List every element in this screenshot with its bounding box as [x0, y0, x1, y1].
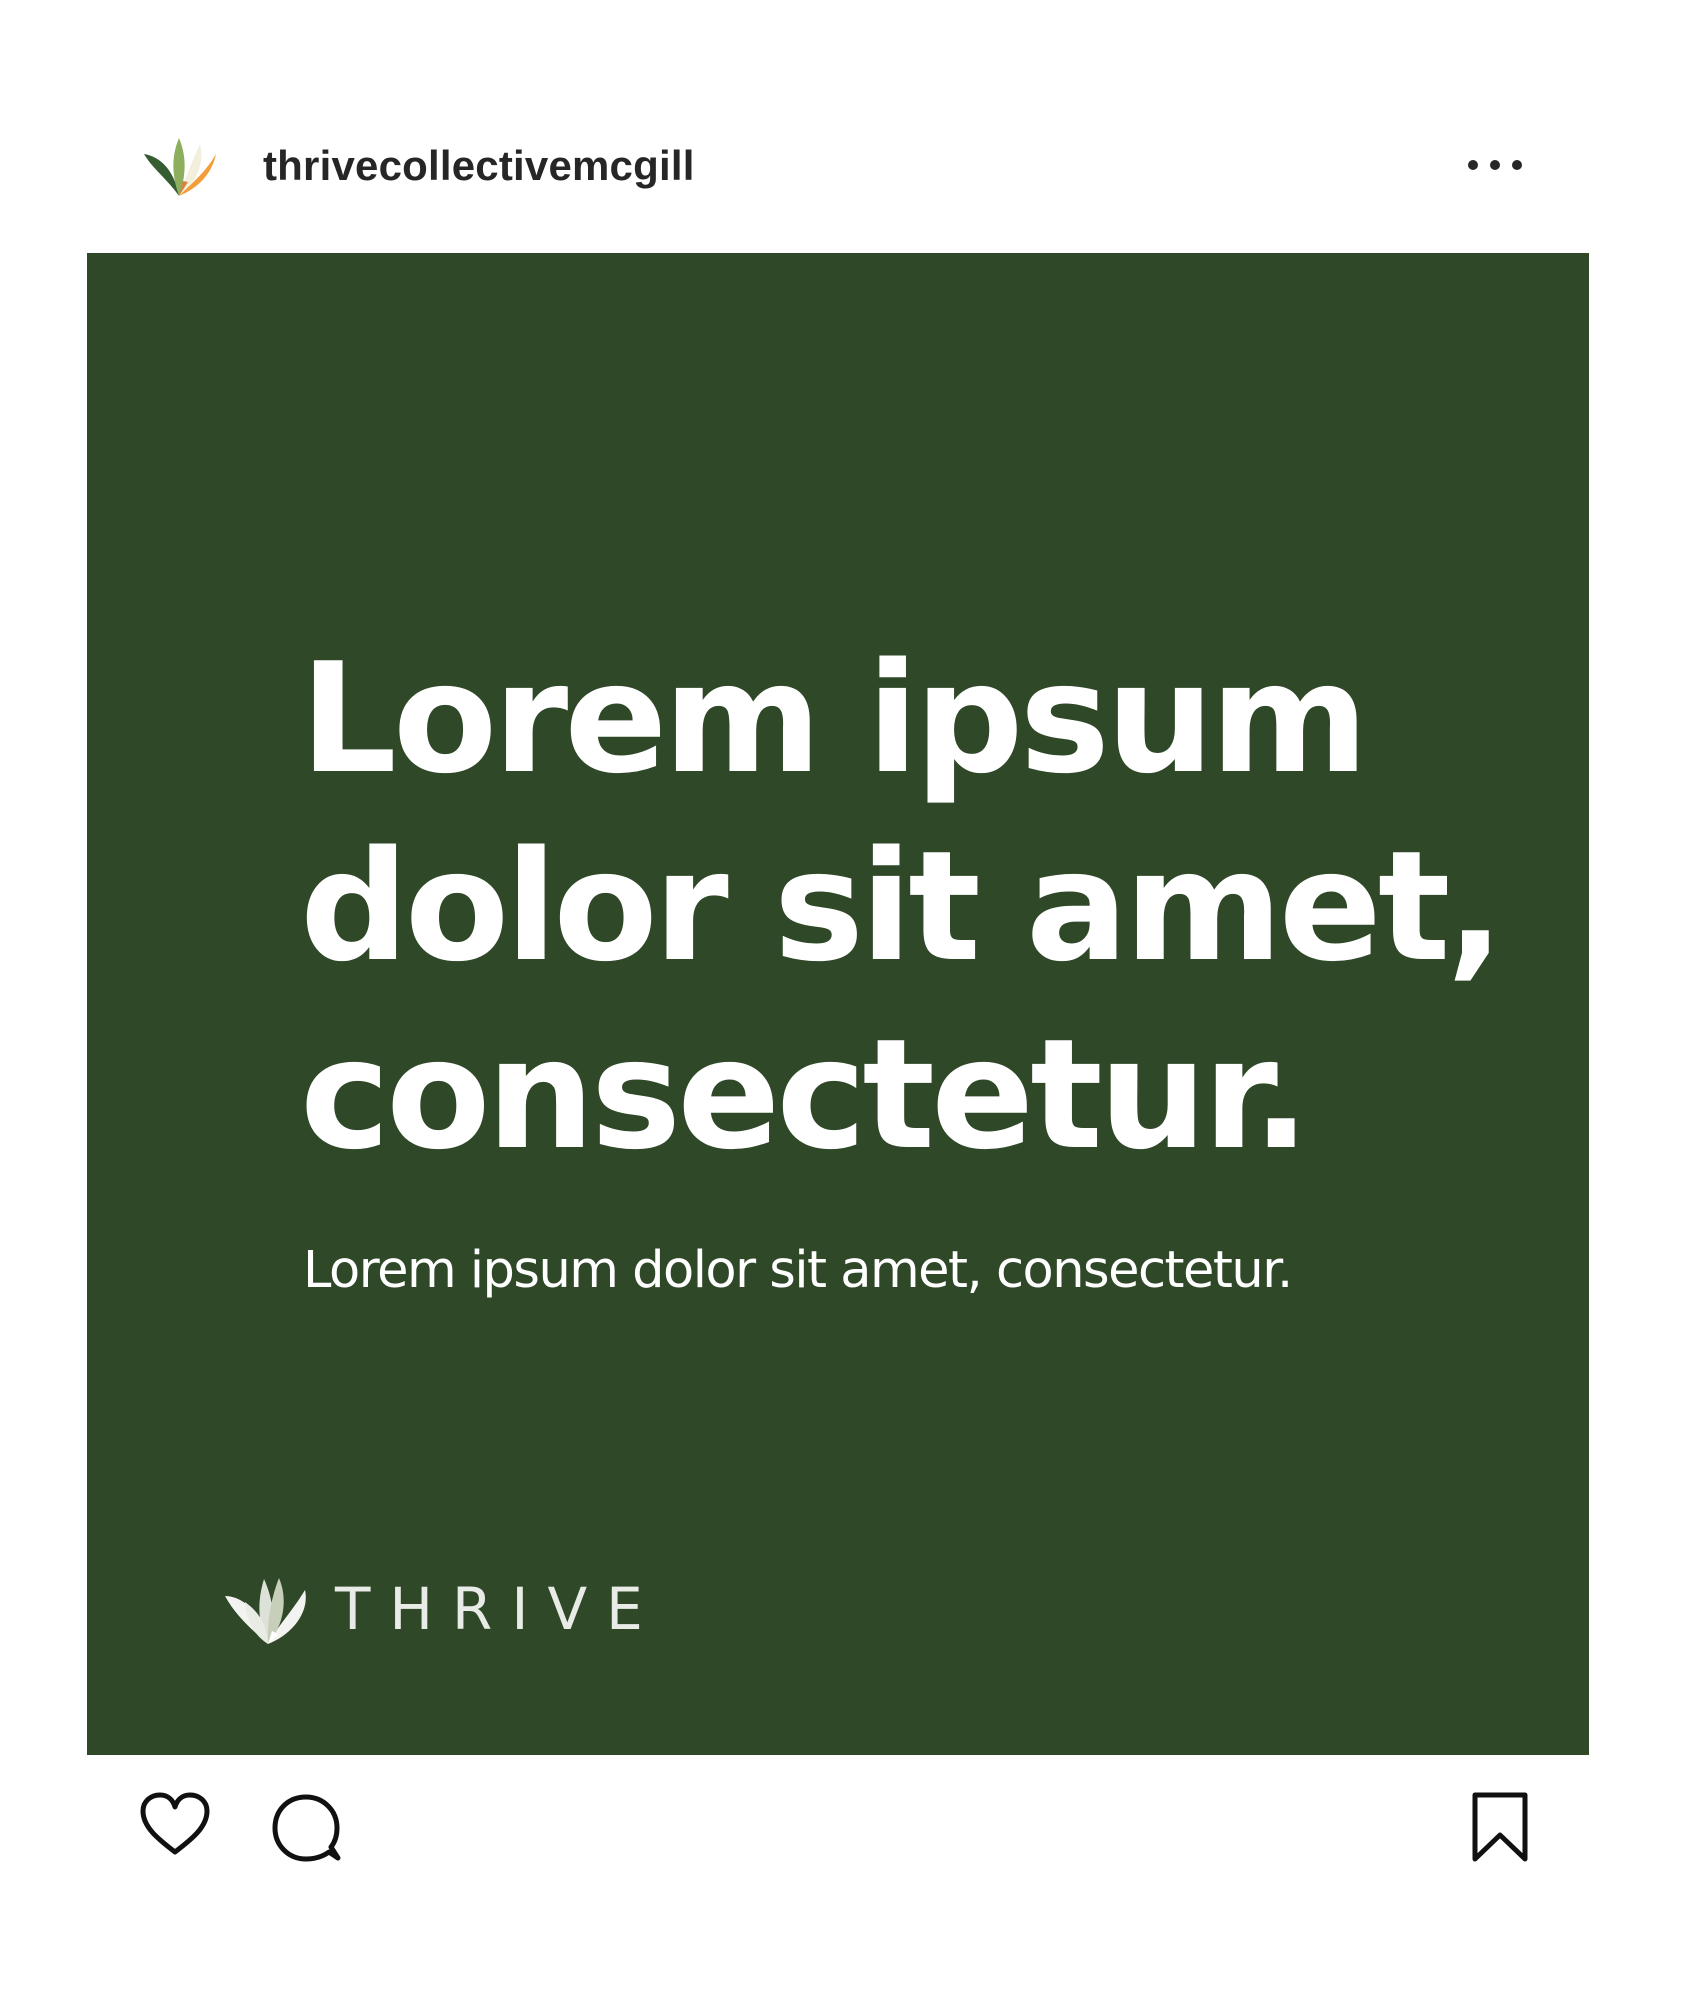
headline-line: dolor sit amet, [300, 818, 1504, 995]
brand-logo [225, 1566, 307, 1646]
post-actions [0, 1755, 1686, 1875]
username-link[interactable]: thrivecollectivemcgill [263, 140, 695, 192]
subheading: Lorem ipsum dolor sit amet, consectetur. [303, 1241, 1293, 1300]
heart-icon [140, 1792, 210, 1855]
thrive-leaf-logo-icon [225, 1578, 306, 1644]
more-options-button[interactable] [1464, 146, 1526, 184]
thrive-leaf-logo-icon [144, 138, 216, 196]
bookmark-icon [1472, 1792, 1528, 1862]
headline-line: Lorem ipsum [300, 630, 1369, 807]
comment-icon [272, 1794, 341, 1862]
save-button[interactable] [1471, 1791, 1529, 1863]
post-image[interactable]: Lorem ipsum dolor sit amet, consectetur.… [87, 253, 1589, 1755]
post-header: thrivecollectivemcgill [0, 0, 1686, 253]
comment-button[interactable] [271, 1793, 343, 1863]
like-button[interactable] [138, 1791, 212, 1857]
headline-line: consectetur. [300, 1006, 1310, 1183]
headline: Lorem ipsum dolor sit amet, consectetur. [300, 625, 1504, 1189]
avatar[interactable] [138, 126, 218, 198]
brand-name: THRIVE [335, 1575, 662, 1643]
more-options-icon [1468, 160, 1522, 170]
